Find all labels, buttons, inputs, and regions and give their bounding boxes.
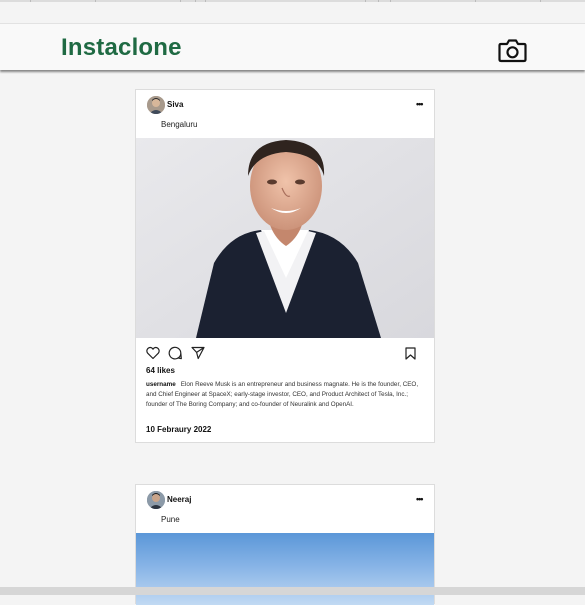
browser-tab-strip [0,0,585,2]
caption-text: Elon Reeve Musk is an entrepreneur and b… [146,381,419,408]
post-card: Siva ••• Bengaluru 64 likes username Elo… [135,89,435,443]
post-location: Bengaluru [161,120,198,129]
app-header: Instaclone [0,23,585,70]
more-options-icon[interactable]: ••• [416,495,424,504]
post-username[interactable]: Neeraj [167,495,191,504]
brand-logo[interactable]: Instaclone [61,34,182,62]
post-location: Pune [161,515,180,524]
post-card: Neeraj ••• Pune [135,484,435,605]
bookmark-icon[interactable] [405,347,416,360]
avatar[interactable] [147,96,165,114]
camera-icon[interactable] [498,38,527,63]
comment-icon[interactable] [168,346,182,360]
post-caption: username Elon Reeve Musk is an entreprene… [146,380,428,410]
avatar[interactable] [147,491,165,509]
horizontal-scrollbar[interactable] [0,587,585,595]
caption-username[interactable]: username [146,381,176,388]
share-icon[interactable] [191,346,205,360]
post-date: 10 Febraury 2022 [146,425,212,434]
post-username[interactable]: Siva [167,100,183,109]
likes-count[interactable]: 64 likes [146,366,175,375]
heart-icon[interactable] [146,346,160,360]
post-image [136,138,434,338]
more-options-icon[interactable]: ••• [416,100,424,109]
